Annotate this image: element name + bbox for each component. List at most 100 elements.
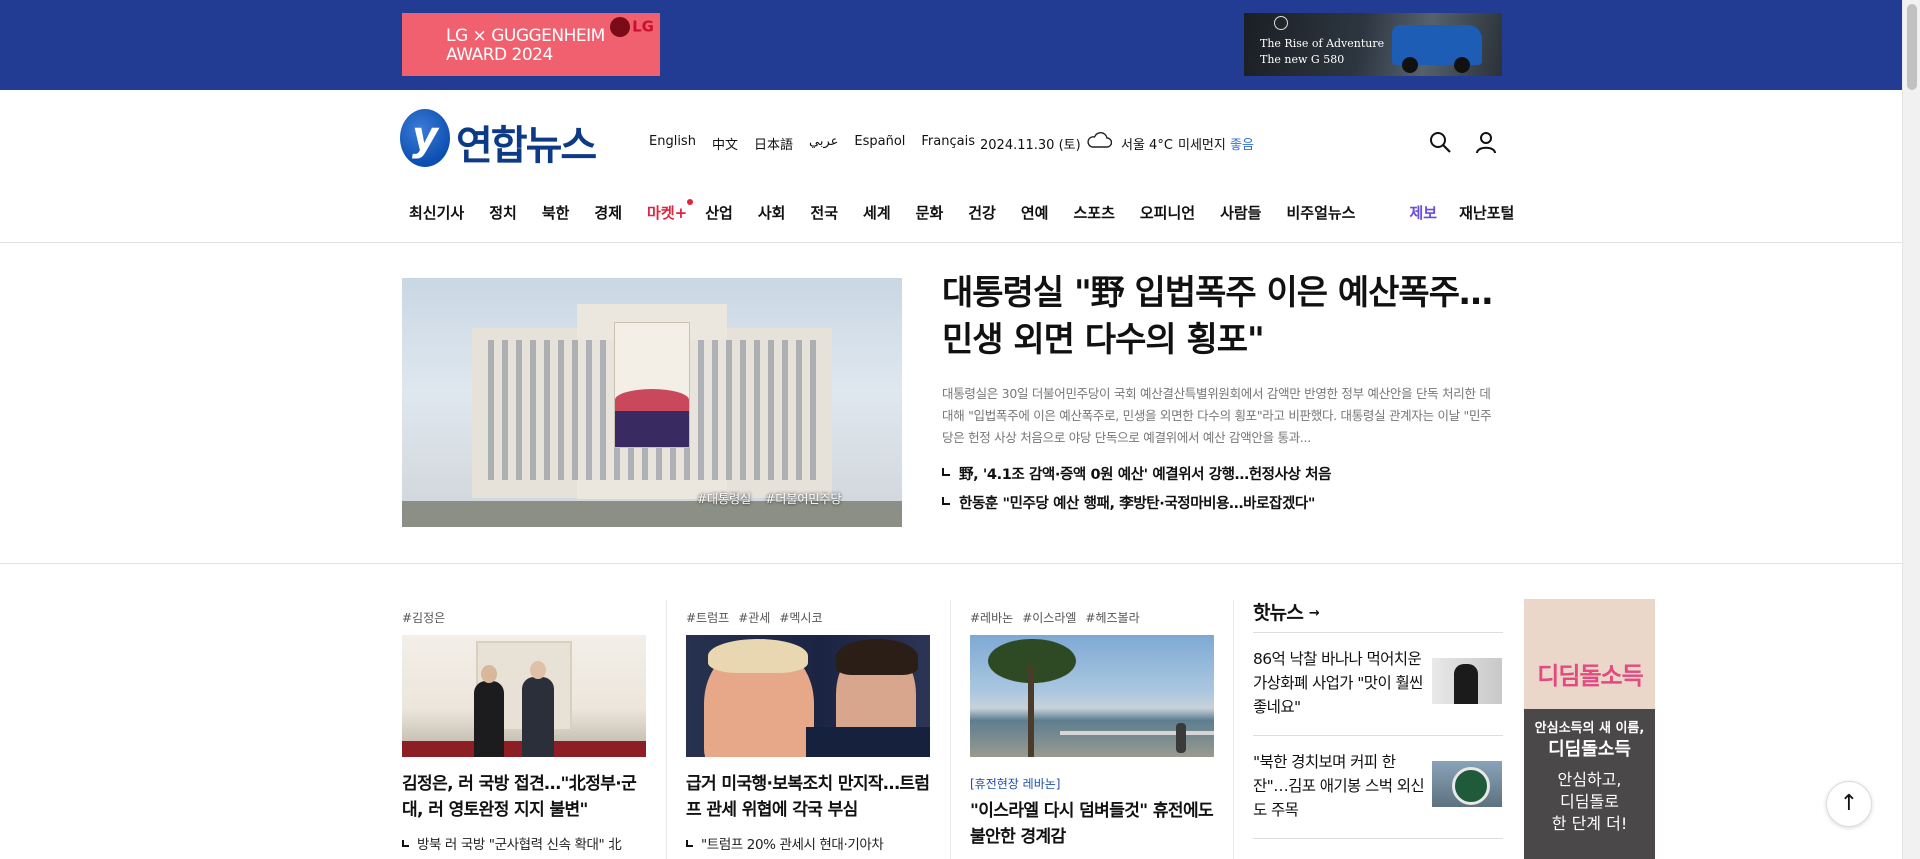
reply-arrow-icon	[402, 840, 409, 847]
lang-spanish[interactable]: Español	[854, 134, 905, 153]
image-tag[interactable]: #대통령실	[697, 490, 751, 507]
building-banner	[614, 322, 690, 448]
card-tags: #트럼프 #관세 #멕시코	[686, 609, 930, 627]
divider	[666, 600, 667, 859]
didimdol-side-ad[interactable]: 디딤돌소득 안심소득의 새 이름, 디딤돌소득 안심하고, 디딤돌로 한 단계 …	[1524, 599, 1655, 859]
current-date: 2024.11.30 (토)	[980, 138, 1081, 153]
tag[interactable]: #멕시코	[779, 609, 822, 627]
hot-news-thumb[interactable]	[1432, 658, 1502, 704]
ad-line: 디딤돌소득	[1548, 739, 1631, 760]
tag[interactable]: #김정은	[402, 609, 445, 627]
divider	[0, 242, 1902, 243]
headline-title[interactable]: 대통령실 "野 입법폭주 이은 예산폭주…민생 외면 다수의 횡포"	[942, 270, 1502, 364]
ad-line: AWARD 2024	[446, 45, 553, 65]
nav-item-market[interactable]: 마켓+	[647, 199, 694, 222]
lang-arabic[interactable]: عربي	[809, 134, 838, 153]
divider	[1253, 735, 1503, 736]
card-image[interactable]	[402, 635, 646, 757]
logo-text: 연합뉴스	[456, 123, 597, 169]
reply-arrow-icon	[942, 468, 950, 476]
weather-temp: 서울 4°C	[1121, 138, 1173, 153]
news-card: #레바논 #이스라엘 #헤즈볼라 [휴전현장 레바논] "이스라엘 다시 덤벼들…	[970, 609, 1214, 850]
scrollbar-thumb[interactable]	[1907, 4, 1917, 90]
divider	[0, 563, 1902, 564]
nav-item-industry[interactable]: 산업	[705, 202, 733, 222]
tag[interactable]: #관세	[738, 609, 770, 627]
image-tag[interactable]: #더불어민주당	[765, 490, 841, 507]
hot-news-heading[interactable]: 핫뉴스 →	[1253, 598, 1320, 625]
ad-headline: 디딤돌소득	[1537, 662, 1643, 690]
nav-item-people[interactable]: 사람들	[1220, 202, 1261, 222]
card-image[interactable]	[970, 635, 1214, 757]
headline-image[interactable]: #대통령실 #더불어민주당	[402, 278, 902, 527]
lg-logo-icon: LG	[610, 17, 654, 37]
reply-arrow-icon	[942, 497, 950, 505]
mercedes-g580-ad[interactable]: The Rise of Adventure The new G 580	[1244, 13, 1502, 76]
nav-item-health[interactable]: 건강	[968, 202, 996, 222]
nav-item-entertainment[interactable]: 연예	[1021, 202, 1049, 222]
nav-item-economy[interactable]: 경제	[594, 202, 622, 222]
card-tags: #김정은	[402, 609, 646, 627]
card-title[interactable]: 김정은, 러 국방 접견…"北정부·군대, 러 영토완정 지지 불변"	[402, 771, 646, 823]
hot-news-item[interactable]: 86억 낙찰 바나나 먹어치운 가상화폐 사업가 "맛이 훨씬 좋네요"	[1253, 647, 1428, 719]
card-kicker[interactable]: [휴전현장 레바논]	[970, 775, 1214, 792]
hot-news-thumb[interactable]	[1432, 761, 1502, 807]
card-related[interactable]: "트럼프 20% 관세시 현대·기아차	[686, 835, 930, 855]
nav-item-sports[interactable]: 스포츠	[1073, 202, 1114, 222]
nav-item-disaster-portal[interactable]: 재난포털	[1459, 202, 1514, 222]
headline-summary[interactable]: 대통령실은 30일 더불어민주당이 국회 예산결산특별위원회에서 감액만 반영한…	[942, 383, 1502, 449]
nav-item-tip[interactable]: 제보	[1410, 202, 1438, 222]
lang-english[interactable]: English	[649, 134, 696, 153]
lg-guggenheim-ad[interactable]: LG × GUGGENHEIM AWARD 2024 LG	[402, 13, 660, 76]
nav-item-world[interactable]: 세계	[863, 202, 891, 222]
card-related[interactable]: 방북 러 국방 "군사협력 신속 확대" 北	[402, 835, 646, 855]
arrow-right-icon: →	[1308, 606, 1320, 621]
nav-item-regional[interactable]: 전국	[810, 202, 838, 222]
nav-item-north-korea[interactable]: 북한	[542, 202, 570, 222]
tag[interactable]: #레바논	[970, 609, 1013, 627]
divider	[1253, 632, 1503, 633]
lang-french[interactable]: Français	[921, 134, 975, 153]
ad-line: LG × GUGGENHEIM	[446, 26, 605, 46]
scroll-to-top-button[interactable]: ↑	[1826, 781, 1872, 827]
nav-item-visual-news[interactable]: 비주얼뉴스	[1286, 202, 1355, 222]
card-title[interactable]: "이스라엘 다시 덤벼들것" 휴전에도 불안한 경계감	[970, 798, 1214, 850]
nav-item-society[interactable]: 사회	[758, 202, 786, 222]
lang-chinese[interactable]: 中文	[712, 134, 738, 153]
ad-line: 안심하고, 디딤돌로 한 단계 더!	[1551, 770, 1628, 833]
nav-item-latest[interactable]: 최신기사	[409, 202, 464, 222]
nav-item-opinion[interactable]: 오피니언	[1140, 202, 1195, 222]
page-scrollbar[interactable]	[1902, 0, 1920, 859]
divider	[1253, 838, 1503, 839]
yonhap-logo-icon: y	[400, 109, 450, 167]
related-article[interactable]: 한동훈 "민주당 예산 행패, 李방탄·국정마비용…바로잡겠다"	[942, 492, 1315, 513]
related-article[interactable]: 野, '4.1조 감액·증액 0원 예산' 예결위서 강행…헌정사상 처음	[942, 463, 1331, 484]
news-card: #트럼프 #관세 #멕시코 급거 미국행·보복조치 만지작…트럼프 관세 위협에…	[686, 609, 930, 855]
card-image[interactable]	[686, 635, 930, 757]
card-tags: #레바논 #이스라엘 #헤즈볼라	[970, 609, 1214, 627]
top-ad-banner: LG × GUGGENHEIM AWARD 2024 LG The Rise o…	[0, 0, 1902, 90]
search-icon[interactable]	[1428, 130, 1452, 154]
language-links: English 中文 日本語 عربي Español Français	[649, 134, 975, 153]
divider	[1233, 600, 1234, 859]
nav-item-culture[interactable]: 문화	[916, 202, 944, 222]
main-nav: 최신기사 정치 북한 경제 마켓+ 산업 사회 전국 세계 문화 건강 연예 스…	[409, 199, 1514, 222]
ad-line: The Rise of Adventure	[1260, 37, 1385, 50]
card-title[interactable]: 급거 미국행·보복조치 만지작…트럼프 관세 위협에 각국 부심	[686, 771, 930, 823]
reply-arrow-icon	[686, 840, 693, 847]
tag[interactable]: #이스라엘	[1022, 609, 1076, 627]
user-icon[interactable]	[1474, 130, 1498, 154]
dust-status: 좋음	[1229, 138, 1254, 153]
car-image	[1392, 25, 1482, 73]
news-card: #김정은 김정은, 러 국방 접견…"北정부·군대, 러 영토완정 지지 불변"…	[402, 609, 646, 855]
arrow-up-icon: ↑	[1839, 791, 1859, 816]
cloud-icon	[1087, 132, 1112, 148]
ad-line: 안심소득의 새 이름,	[1534, 721, 1645, 736]
tag[interactable]: #트럼프	[686, 609, 729, 627]
hot-news-item[interactable]: "북한 경치보며 커피 한잔"…김포 애기봉 스벅 외신도 주목	[1253, 750, 1428, 822]
ad-line: The new G 580	[1260, 53, 1345, 66]
nav-item-politics[interactable]: 정치	[489, 202, 517, 222]
site-logo[interactable]: y 연합뉴스	[400, 107, 610, 169]
lang-japanese[interactable]: 日本語	[754, 134, 793, 153]
tag[interactable]: #헤즈볼라	[1085, 609, 1139, 627]
